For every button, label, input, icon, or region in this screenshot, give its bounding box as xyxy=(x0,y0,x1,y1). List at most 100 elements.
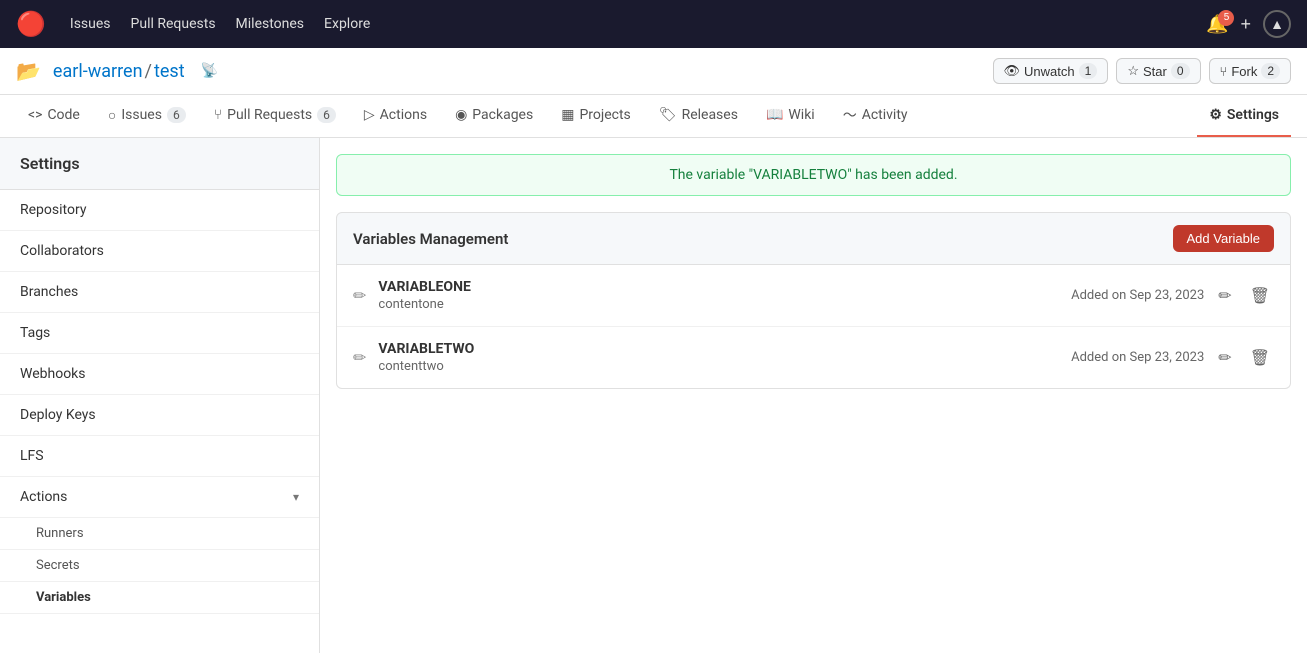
projects-icon: ▦ xyxy=(561,107,574,123)
delete-variable-button[interactable]: 🗑 xyxy=(1246,282,1274,310)
pencil-icon: ✏ xyxy=(353,286,366,305)
tab-issues[interactable]: ○ Issues 6 xyxy=(96,95,198,137)
fork-icon: ⑂ xyxy=(1220,64,1228,79)
tab-projects-label: Projects xyxy=(579,107,630,123)
tab-projects[interactable]: ▦ Projects xyxy=(549,95,643,137)
tab-activity[interactable]: 〜 Activity xyxy=(831,95,920,137)
packages-icon: ◉ xyxy=(455,107,467,123)
sidebar-heading: Settings xyxy=(0,138,319,190)
success-message: The variable "VARIABLETWO" has been adde… xyxy=(669,167,957,183)
notification-button[interactable]: 🔔 5 xyxy=(1206,14,1228,35)
sidebar-item-repository[interactable]: Repository xyxy=(0,190,319,231)
sidebar-item-actions[interactable]: Actions ▾ xyxy=(0,477,319,518)
sidebar-item-deploy-keys[interactable]: Deploy Keys xyxy=(0,395,319,436)
tab-wiki[interactable]: 📖 Wiki xyxy=(754,95,827,137)
fork-count: 2 xyxy=(1261,63,1280,79)
nav-pull-requests[interactable]: Pull Requests xyxy=(131,16,216,32)
tab-settings[interactable]: ⚙ Settings xyxy=(1197,95,1291,137)
sidebar-item-lfs[interactable]: LFS xyxy=(0,436,319,477)
var-meta: Added on Sep 23, 2023 ✏ 🗑 xyxy=(1071,344,1274,372)
var-added-date: Added on Sep 23, 2023 xyxy=(1071,350,1204,365)
issues-badge: 6 xyxy=(167,107,186,123)
var-name: VARIABLEONE xyxy=(378,279,1071,295)
var-value: contentone xyxy=(378,297,1071,312)
var-value: contenttwo xyxy=(378,359,1071,374)
tab-packages[interactable]: ◉ Packages xyxy=(443,95,545,137)
star-count: 0 xyxy=(1171,63,1190,79)
tab-pull-requests[interactable]: ⑂ Pull Requests 6 xyxy=(202,95,348,137)
tab-releases[interactable]: 🏷 Releases xyxy=(647,95,750,137)
tab-releases-label: Releases xyxy=(682,107,738,123)
sidebar-sub-item-variables[interactable]: Variables xyxy=(0,582,319,614)
var-info: VARIABLETWO contenttwo xyxy=(378,341,1071,374)
table-row: ✏ VARIABLETWO contenttwo Added on Sep 23… xyxy=(337,327,1290,388)
star-label: Star xyxy=(1143,64,1167,79)
sidebar: Settings Repository Collaborators Branch… xyxy=(0,138,320,653)
pr-icon: ⑂ xyxy=(214,107,222,123)
tab-wiki-label: Wiki xyxy=(788,107,814,123)
issues-icon: ○ xyxy=(108,107,116,124)
tab-code[interactable]: <> Code xyxy=(16,95,92,137)
var-added-date: Added on Sep 23, 2023 xyxy=(1071,288,1204,303)
fork-button[interactable]: ⑂ Fork 2 xyxy=(1209,58,1292,84)
main-content: The variable "VARIABLETWO" has been adde… xyxy=(320,138,1307,653)
sidebar-item-webhooks[interactable]: Webhooks xyxy=(0,354,319,395)
sidebar-actions-label: Actions xyxy=(20,489,67,505)
tab-settings-label: Settings xyxy=(1227,107,1279,123)
sidebar-sub-item-secrets[interactable]: Secrets xyxy=(0,550,319,582)
sidebar-item-tags[interactable]: Tags xyxy=(0,313,319,354)
tab-code-label: Code xyxy=(47,107,79,123)
chevron-down-icon: ▾ xyxy=(293,490,299,504)
var-info: VARIABLEONE contentone xyxy=(378,279,1071,312)
add-variable-button[interactable]: Add Variable xyxy=(1173,225,1274,252)
vars-section-header: Variables Management Add Variable xyxy=(336,212,1291,265)
pr-badge: 6 xyxy=(317,107,336,123)
actions-icon: ▷ xyxy=(364,107,375,123)
settings-icon: ⚙ xyxy=(1209,107,1222,123)
tab-issues-label: Issues xyxy=(121,107,162,123)
vars-section-title: Variables Management xyxy=(353,230,508,248)
main-layout: Settings Repository Collaborators Branch… xyxy=(0,138,1307,653)
repo-actions: 👁 Unwatch 1 ☆ Star 0 ⑂ Fork 2 xyxy=(993,58,1291,84)
site-logo[interactable]: 🔴 xyxy=(16,10,46,38)
nav-explore[interactable]: Explore xyxy=(324,16,370,32)
sidebar-sub-item-runners[interactable]: Runners xyxy=(0,518,319,550)
repo-owner-link[interactable]: earl-warren xyxy=(53,61,143,82)
code-icon: <> xyxy=(28,107,42,123)
unwatch-label: Unwatch xyxy=(1024,64,1075,79)
unwatch-count: 1 xyxy=(1079,63,1098,79)
edit-variable-button[interactable]: ✏ xyxy=(1214,282,1235,310)
star-icon: ☆ xyxy=(1127,63,1139,79)
user-avatar: ▲ xyxy=(1263,10,1291,38)
repo-icon: 📂 xyxy=(16,59,41,83)
navbar: 🔴 Issues Pull Requests Milestones Explor… xyxy=(0,0,1307,48)
pencil-icon: ✏ xyxy=(353,348,366,367)
variables-list: ✏ VARIABLEONE contentone Added on Sep 23… xyxy=(336,265,1291,389)
repo-path: earl-warren/test xyxy=(53,61,185,82)
var-meta: Added on Sep 23, 2023 ✏ 🗑 xyxy=(1071,282,1274,310)
tab-pr-label: Pull Requests xyxy=(227,107,312,123)
sidebar-item-branches[interactable]: Branches xyxy=(0,272,319,313)
repo-name-link[interactable]: test xyxy=(154,61,185,82)
tab-packages-label: Packages xyxy=(472,107,533,123)
fork-label: Fork xyxy=(1231,64,1257,79)
sidebar-item-collaborators[interactable]: Collaborators xyxy=(0,231,319,272)
unwatch-button[interactable]: 👁 Unwatch 1 xyxy=(993,58,1109,84)
edit-variable-button[interactable]: ✏ xyxy=(1214,344,1235,372)
star-button[interactable]: ☆ Star 0 xyxy=(1116,58,1200,84)
var-name: VARIABLETWO xyxy=(378,341,1071,357)
tab-activity-label: Activity xyxy=(862,107,908,123)
success-alert: The variable "VARIABLETWO" has been adde… xyxy=(336,154,1291,196)
create-button[interactable]: + xyxy=(1240,14,1251,35)
nav-issues[interactable]: Issues xyxy=(70,16,111,32)
tab-actions[interactable]: ▷ Actions xyxy=(352,95,439,137)
releases-icon: 🏷 xyxy=(659,107,677,123)
path-separator: / xyxy=(145,61,152,82)
navbar-links: Issues Pull Requests Milestones Explore xyxy=(70,16,370,32)
repo-header: 📂 earl-warren/test 📡 👁 Unwatch 1 ☆ Star … xyxy=(0,48,1307,95)
repo-tabs: <> Code ○ Issues 6 ⑂ Pull Requests 6 ▷ A… xyxy=(0,95,1307,138)
user-avatar-button[interactable]: ▲ xyxy=(1263,10,1291,38)
delete-variable-button[interactable]: 🗑 xyxy=(1246,344,1274,372)
nav-milestones[interactable]: Milestones xyxy=(236,16,305,32)
rss-icon[interactable]: 📡 xyxy=(201,63,218,79)
